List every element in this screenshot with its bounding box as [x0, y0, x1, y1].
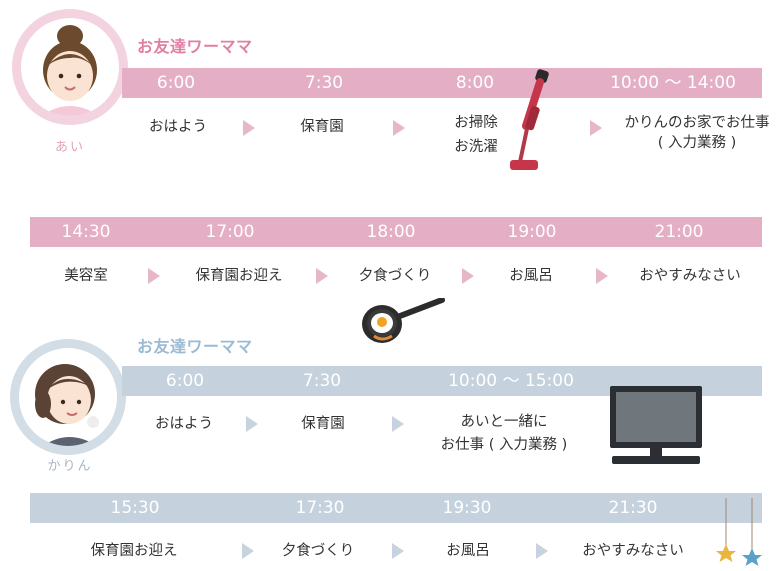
karin-row2-label-dinner: 夕食づくり: [281, 543, 355, 559]
karin-row2-label-goodnight: おやすみなさい: [582, 543, 684, 559]
ai-row2-arrow-3: [462, 268, 474, 284]
ai-name: あい: [54, 140, 86, 155]
ai-row1-time-3: 8:00: [455, 73, 495, 93]
karin-row1-label-nursery: 保育園: [301, 416, 345, 432]
ai-row1-label-work-sub: ( 入力業務 ): [657, 135, 737, 151]
ai-row2-time-1: 14:30: [61, 222, 111, 242]
karin-row1-time-1: 6:00: [165, 371, 205, 391]
ai-row2-time-4: 19:00: [507, 222, 557, 242]
ai-row2-arrow-4: [596, 268, 608, 284]
vacuum-cleaner-icon: [510, 69, 549, 170]
hanging-stars-icon: [716, 498, 762, 566]
karin-row1-time-2: 7:30: [302, 371, 342, 391]
ai-row2-label-bath: お風呂: [509, 268, 553, 284]
ai-row2-label-goodnight: おやすみなさい: [639, 268, 741, 284]
ai-row1-label-laundry: お洗濯: [454, 139, 498, 155]
ai-row2-time-2: 17:00: [205, 222, 255, 242]
karin-row2-time-2: 17:30: [295, 498, 345, 518]
ai-row1-time-1: 6:00: [156, 73, 196, 93]
ai-row1-time-2: 7:30: [304, 73, 344, 93]
karin-face-icon: [35, 364, 99, 446]
karin-row1-label-together: あいと一緒に: [460, 414, 548, 430]
ai-row1-label-nursery: 保育園: [300, 119, 344, 135]
computer-monitor-icon: [610, 386, 702, 464]
karin-row2-label-pickup: 保育園お迎え: [90, 543, 178, 559]
karin-row1-arrow-1: [246, 416, 258, 432]
karin-row2-arrow-3: [536, 543, 548, 559]
karin-row1-label-wakeup: おはよう: [155, 416, 213, 432]
karin-row2-arrow-2: [392, 543, 404, 559]
karin-row2-time-4: 21:30: [608, 498, 658, 518]
ai-row1-label-cleaning: お掃除: [454, 115, 498, 131]
ai-row1-label-wakeup: おはよう: [149, 119, 207, 135]
ai-row1-arrow-1: [243, 120, 255, 136]
ai-row1-time-4: 10:00 〜 14:00: [610, 73, 736, 93]
karin-row1-label-work: お仕事 ( 入力業務 ): [440, 437, 568, 453]
karin-row2-arrow-1: [242, 543, 254, 559]
ai-row1-label-work: かりんのお家でお仕事: [624, 115, 770, 131]
karin-row2-time-3: 19:30: [442, 498, 492, 518]
ai-row2-label-dinner: 夕食づくり: [358, 268, 432, 284]
ai-row1-arrow-2: [393, 120, 405, 136]
ai-row2-label-pickup: 保育園お迎え: [195, 268, 283, 284]
ai-row2-time-3: 18:00: [366, 222, 416, 242]
ai-row2-label-salon: 美容室: [64, 268, 108, 284]
karin-row1-time-3: 10:00 〜 15:00: [448, 371, 574, 391]
ai-face-icon: [41, 25, 99, 116]
karin-row2-label-bath: お風呂: [446, 543, 490, 559]
frying-pan-egg-icon: [362, 298, 445, 343]
karin-section-title: お友達ワーママ: [137, 337, 253, 356]
karin-row2-time-1: 15:30: [110, 498, 160, 518]
ai-avatar: [21, 18, 119, 116]
ai-row1-arrow-3: [590, 120, 602, 136]
karin-name: かりん: [47, 459, 93, 474]
ai-row2-time-5: 21:00: [654, 222, 704, 242]
ai-section-title: お友達ワーママ: [137, 37, 253, 56]
karin-avatar: [19, 348, 117, 446]
ai-row2-arrow-1: [148, 268, 160, 284]
ai-row2-arrow-2: [316, 268, 328, 284]
karin-row1-arrow-2: [392, 416, 404, 432]
